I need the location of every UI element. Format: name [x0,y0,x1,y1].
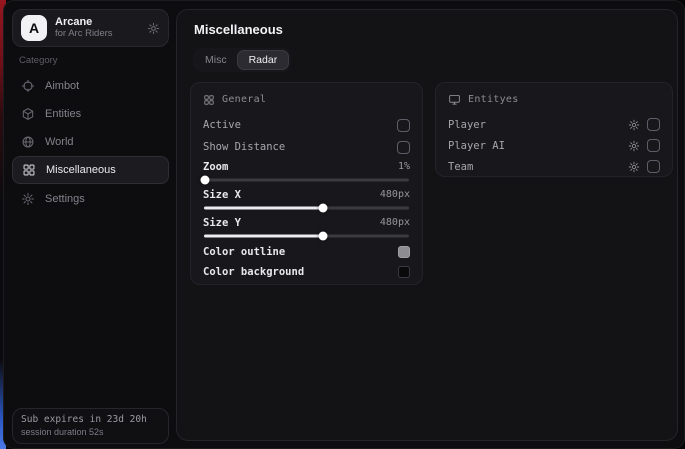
player-ai-row: Player AI [448,135,660,156]
sidebar-item-label: Entities [45,108,81,120]
show-distance-row: Show Distance [203,136,410,158]
app-logo: A [21,15,47,41]
subscription-card: Sub expires in 23d 20h session duration … [12,408,169,444]
sidebar-item-miscellaneous[interactable]: Miscellaneous [12,156,169,184]
size-y-value: 480px [380,217,410,228]
color-outline-label: Color outline [203,246,285,258]
app-subtitle: for Arc Riders [55,29,147,40]
size-x-row: Size X 480px [203,186,410,203]
session-duration-text: session duration 52s [21,427,160,437]
entities-card: Entityes Player Player AI [435,82,673,177]
slider-fill [204,207,324,210]
gear-icon[interactable] [628,140,640,152]
active-row: Active [203,114,410,136]
globe-icon [21,135,35,149]
team-row: Team [448,156,660,177]
show-distance-checkbox[interactable] [397,141,410,154]
monitor-icon [448,93,461,106]
app-window: A Arcane for Arc Riders Category Aimbot … [3,0,685,449]
slider-track [204,179,409,182]
show-distance-label: Show Distance [203,141,285,153]
active-checkbox[interactable] [397,119,410,132]
main-panel: Miscellaneous Misc Radar General Active … [176,9,678,441]
gear-icon[interactable] [628,119,640,131]
sidebar-item-label: Aimbot [45,80,79,92]
color-background-swatch[interactable] [398,266,410,278]
player-ai-label: Player AI [448,140,505,152]
zoom-value: 1% [398,161,410,172]
sidebar-item-settings[interactable]: Settings [12,185,169,213]
team-label: Team [448,161,473,173]
sidebar-item-label: Miscellaneous [46,164,116,176]
general-card-header: General [203,92,410,107]
gear-icon [21,192,35,206]
active-label: Active [203,119,241,131]
sidebar-item-label: World [45,136,74,148]
size-x-value: 480px [380,189,410,200]
category-label: Category [19,55,58,66]
tab-misc[interactable]: Misc [195,51,237,69]
tab-radar[interactable]: Radar [237,50,290,70]
player-label: Player [448,119,486,131]
sidebar-item-entities[interactable]: Entities [12,100,169,128]
size-x-slider[interactable] [203,203,410,213]
entities-card-header: Entityes [448,92,660,107]
app-name: Arcane [55,16,147,29]
size-x-label: Size X [203,189,241,201]
sidebar: A Arcane for Arc Riders Category Aimbot … [4,1,176,448]
player-row: Player [448,114,660,135]
page-title: Miscellaneous [194,22,283,37]
entities-card-title: Entityes [468,94,519,105]
general-card: General Active Show Distance Zoom 1% [190,82,423,285]
gear-icon[interactable] [147,22,160,35]
tab-bar: Misc Radar [193,48,291,72]
player-checkbox[interactable] [647,118,660,131]
sidebar-item-aimbot[interactable]: Aimbot [12,72,169,100]
size-y-label: Size Y [203,217,241,229]
crosshair-icon [21,79,35,93]
color-background-row: Color background [203,262,410,282]
gear-icon[interactable] [628,161,640,173]
color-outline-swatch[interactable] [398,246,410,258]
zoom-slider[interactable] [203,175,410,185]
screen: A Arcane for Arc Riders Category Aimbot … [0,0,685,449]
zoom-row: Zoom 1% [203,158,410,175]
sub-expires-text: Sub expires in 23d 20h [21,414,160,425]
color-background-label: Color background [203,266,304,278]
player-ai-checkbox[interactable] [647,139,660,152]
slider-fill [204,235,324,238]
grid-icon [22,163,36,177]
color-outline-row: Color outline [203,242,410,262]
slider-thumb[interactable] [201,176,210,185]
team-checkbox[interactable] [647,160,660,173]
sidebar-item-world[interactable]: World [12,128,169,156]
layout-grid-icon [203,94,215,106]
size-y-slider[interactable] [203,231,410,241]
slider-thumb[interactable] [319,204,328,213]
cube-icon [21,107,35,121]
zoom-label: Zoom [203,161,228,173]
brand-text: Arcane for Arc Riders [55,16,147,40]
brand-card: A Arcane for Arc Riders [12,9,169,47]
slider-thumb[interactable] [319,232,328,241]
sidebar-item-label: Settings [45,193,85,205]
size-y-row: Size Y 480px [203,214,410,231]
general-card-title: General [222,94,266,105]
